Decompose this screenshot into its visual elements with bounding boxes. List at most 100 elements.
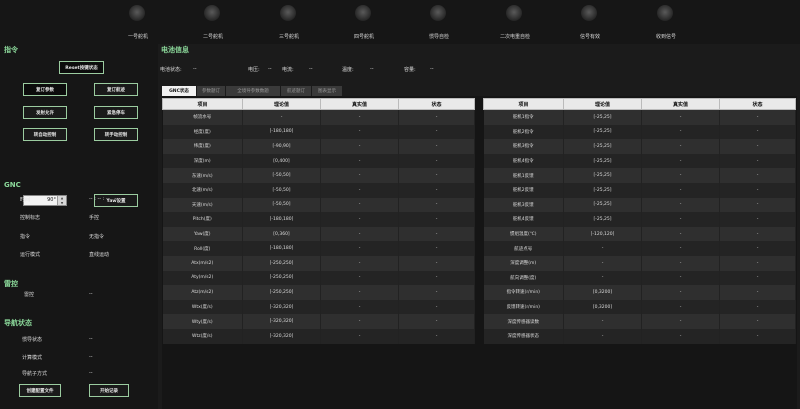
table-cell: [-250,250] xyxy=(242,285,321,300)
battery-label: 电压: xyxy=(248,67,260,73)
table-cell: - xyxy=(641,241,720,256)
section-title-radar: 雷控 xyxy=(4,280,18,288)
battery-label: 温度: xyxy=(342,67,354,73)
reset-button-state-button[interactable]: Reset按键状态 xyxy=(59,61,104,74)
table-cell: [-250,250] xyxy=(242,255,321,271)
table-cell: - xyxy=(719,197,796,213)
table-cell: - xyxy=(719,212,796,227)
auto-control-button[interactable]: 转自动控制 xyxy=(23,128,67,141)
status-light-icon xyxy=(280,5,296,21)
tab-param-set[interactable]: 参数题订 xyxy=(197,86,225,96)
column-header: 状态 xyxy=(398,98,475,110)
table-cell: 航迹点号 xyxy=(483,241,564,256)
nav-calc-mode-value: -- xyxy=(89,354,93,360)
table-cell: [-25,25] xyxy=(563,153,642,169)
table-cell: [-180,180] xyxy=(242,212,321,227)
table-cell: - xyxy=(719,299,796,315)
manual-control-button[interactable]: 转手动控制 xyxy=(94,128,138,141)
emergency-stop-button[interactable]: 紧急停车 xyxy=(94,106,138,119)
gnc-key: 指令 xyxy=(20,234,31,240)
table-cell: 经度(度) xyxy=(162,124,243,140)
table-cell: [-25,25] xyxy=(563,197,642,213)
table-cell: - xyxy=(398,109,475,125)
table-cell: - xyxy=(398,124,475,140)
column-header: 真实值 xyxy=(641,98,720,110)
table-cell: - xyxy=(398,197,475,213)
table-cell: - xyxy=(641,197,720,213)
table-row: 航迹点号 - - - xyxy=(483,241,796,256)
table-cell: - xyxy=(563,241,642,256)
table-cell: - xyxy=(641,109,720,125)
status-light-icon xyxy=(430,5,446,21)
tab-chart-display[interactable]: 图表显示 xyxy=(312,86,342,96)
table-cell: Wtz(度/s) xyxy=(162,328,243,344)
launch-allow-button[interactable]: 发射允许 xyxy=(23,106,67,119)
reset-route-button[interactable]: 复订航迹 xyxy=(94,83,138,96)
nav-key: 导航子方式 xyxy=(22,371,48,377)
radar-key: 雷控 xyxy=(24,292,35,298)
table-cell: [-320,320] xyxy=(242,299,321,315)
gnc-key: 控制标志 xyxy=(20,215,41,221)
table-cell: - xyxy=(719,139,796,154)
table-cell: - xyxy=(641,182,720,198)
status-light-icon xyxy=(581,5,597,21)
battery-temp-value: -- xyxy=(370,66,374,72)
table-row: 航向调整(度) - - - xyxy=(483,270,796,286)
table-cell: [-25,25] xyxy=(563,182,642,198)
status-light-icon xyxy=(204,5,220,21)
table-cell: - xyxy=(641,139,720,154)
gnc-time-value: -- : -- : -- . -- xyxy=(89,196,118,202)
table-cell: [-120,120] xyxy=(563,226,642,242)
tab-nav-params[interactable]: 全境导参数数题 xyxy=(226,86,280,96)
table-cell: - xyxy=(398,226,475,242)
table-cell: [-90,90] xyxy=(242,139,321,154)
table-cell: - xyxy=(398,212,475,227)
table-cell: - xyxy=(563,255,642,271)
gnc-command-value: 无指令 xyxy=(89,234,105,240)
table-row: 深度传感器读数 - - - xyxy=(483,314,796,329)
table-cell: [-50,50] xyxy=(242,168,321,183)
table-cell: Wtx(度/s) xyxy=(162,299,243,315)
table-row: 反馈转速(r/min) [0,3200] - - xyxy=(483,299,796,315)
table-cell: - xyxy=(641,299,720,315)
tab-route-set[interactable]: 航迹题订 xyxy=(281,86,311,96)
table-cell: - xyxy=(563,314,642,329)
table-cell: - xyxy=(641,226,720,242)
table-cell: - xyxy=(398,270,475,286)
table-cell: [0,3200] xyxy=(563,299,642,315)
tab-gnc-status[interactable]: GNC状态 xyxy=(162,86,196,96)
table-cell: 反馈转速(r/min) xyxy=(483,299,564,315)
table-cell: - xyxy=(719,255,796,271)
stepper-arrows-icon[interactable]: ▲ ▼ xyxy=(57,196,66,205)
table-cell: [-250,250] xyxy=(242,270,321,286)
nav-key: 惯导状态 xyxy=(22,337,43,343)
table-cell: - xyxy=(320,285,399,300)
table-cell: - xyxy=(641,255,720,271)
section-title-gnc: GNC xyxy=(4,181,21,189)
table-row: 指令转速(r/min) [0,3200] - - xyxy=(483,285,796,300)
table-cell: - xyxy=(320,241,399,256)
table-cell: - xyxy=(719,270,796,286)
table-cell: - xyxy=(320,212,399,227)
indicator-signal-valid: 信号有效 xyxy=(555,0,625,44)
table-cell: 舵机4反馈 xyxy=(483,212,564,227)
table-cell: 深度调整(m) xyxy=(483,255,564,271)
status-light-icon xyxy=(355,5,371,21)
reset-params-button[interactable]: 复订参数 xyxy=(23,83,67,96)
nav-key: 计算模式 xyxy=(22,355,43,361)
table-cell: [-180,180] xyxy=(242,124,321,140)
table-row: 舵机1反馈 [-25,25] - - xyxy=(483,168,796,183)
table-cell: - xyxy=(719,153,796,169)
table-row: 深度(m) [0,400] - - xyxy=(162,153,475,169)
start-record-button[interactable]: 开始记录 xyxy=(89,384,129,397)
status-light-icon xyxy=(506,5,522,21)
table-row: Yaw(度) [0,360] - - xyxy=(162,226,475,242)
table-cell: 舵机4指令 xyxy=(483,153,564,169)
battery-title: 电池信息 xyxy=(161,46,189,54)
table-cell: Aty(m/s2) xyxy=(162,270,243,286)
table-cell: [-50,50] xyxy=(242,197,321,213)
table-cell: - xyxy=(719,285,796,300)
create-config-button[interactable]: 创建配置文件 xyxy=(19,384,61,397)
table-cell: 指令转速(r/min) xyxy=(483,285,564,300)
battery-label: 容量: xyxy=(404,67,416,73)
